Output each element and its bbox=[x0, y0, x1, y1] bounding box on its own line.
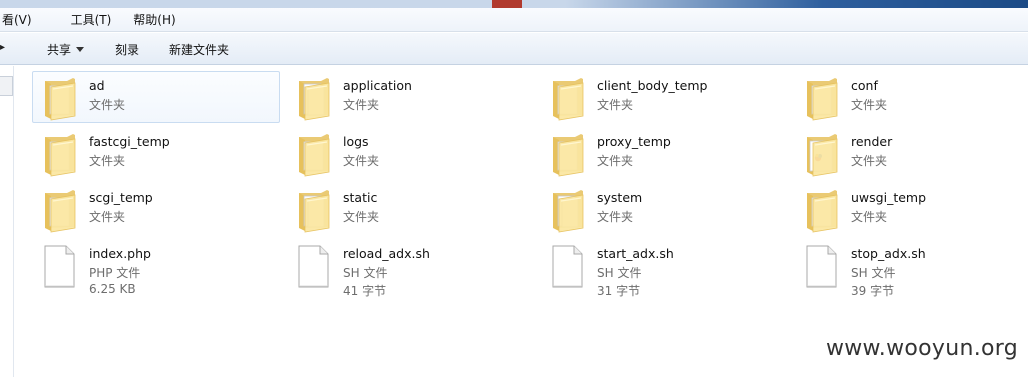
file-type: SH 文件 bbox=[851, 266, 896, 280]
new-folder-label: 新建文件夹 bbox=[169, 43, 230, 57]
file-name: proxy_temp bbox=[597, 134, 671, 149]
file-item[interactable]: reload_adx.sh SH 文件 41 字节 bbox=[286, 239, 534, 298]
burn-label: 刻录 bbox=[115, 43, 140, 57]
chevron-down-icon bbox=[76, 47, 85, 52]
file-icon bbox=[291, 243, 335, 289]
folder-with-image-icon bbox=[799, 131, 843, 177]
file-item[interactable]: proxy_temp 文件夹 bbox=[540, 127, 788, 179]
folder-icon bbox=[37, 187, 81, 233]
file-type: PHP 文件 bbox=[89, 266, 141, 280]
file-item[interactable]: application 文件夹 bbox=[286, 71, 534, 123]
file-item[interactable]: render 文件夹 bbox=[794, 127, 1028, 179]
share-button[interactable]: 共享 bbox=[47, 41, 85, 58]
file-type: 文件夹 bbox=[597, 210, 634, 224]
file-icon bbox=[545, 243, 589, 289]
folder-with-files-icon bbox=[545, 187, 589, 233]
file-type: 文件夹 bbox=[89, 154, 126, 168]
file-name: scgi_temp bbox=[89, 190, 153, 205]
file-name: ad bbox=[89, 78, 105, 93]
file-type: 文件夹 bbox=[851, 98, 888, 112]
file-item[interactable]: ad 文件夹 bbox=[32, 71, 280, 123]
menu-bar: 看(V) 工具(T) 帮助(H) bbox=[0, 8, 1028, 32]
file-type: 文件夹 bbox=[89, 98, 126, 112]
file-size: 31 字节 bbox=[597, 284, 641, 298]
file-size: 39 字节 bbox=[851, 284, 895, 298]
file-item[interactable]: static 文件夹 bbox=[286, 183, 534, 235]
file-name: fastcgi_temp bbox=[89, 134, 170, 149]
file-type: 文件夹 bbox=[343, 154, 380, 168]
file-item[interactable]: client_body_temp 文件夹 bbox=[540, 71, 788, 123]
file-type: SH 文件 bbox=[343, 266, 388, 280]
file-name: stop_adx.sh bbox=[851, 246, 926, 261]
file-name: system bbox=[597, 190, 643, 205]
menu-view[interactable]: 看(V) bbox=[0, 11, 38, 28]
file-name: start_adx.sh bbox=[597, 246, 674, 261]
file-type: 文件夹 bbox=[343, 98, 380, 112]
folder-with-files-icon bbox=[291, 75, 335, 121]
folder-icon bbox=[37, 131, 81, 177]
organize-caret-icon[interactable]: ▸ bbox=[0, 42, 6, 56]
file-item[interactable]: index.php PHP 文件 6.25 KB bbox=[32, 239, 280, 296]
navigation-pane[interactable] bbox=[0, 66, 14, 377]
file-type: 文件夹 bbox=[89, 210, 126, 224]
folder-icon bbox=[799, 75, 843, 121]
file-view[interactable]: ad 文件夹 application 文件夹 client_body_temp 文件夹 co… bbox=[15, 66, 1028, 377]
file-item[interactable]: conf 文件夹 bbox=[794, 71, 1028, 123]
file-size: 6.25 KB bbox=[89, 282, 136, 296]
file-name: index.php bbox=[89, 246, 151, 261]
file-size: 41 字节 bbox=[343, 284, 387, 298]
file-type: 文件夹 bbox=[597, 98, 634, 112]
burn-button[interactable]: 刻录 bbox=[115, 41, 139, 58]
file-name: render bbox=[851, 134, 893, 149]
folder-icon bbox=[799, 187, 843, 233]
file-item[interactable]: uwsgi_temp 文件夹 bbox=[794, 183, 1028, 235]
file-type: SH 文件 bbox=[597, 266, 642, 280]
file-name: logs bbox=[343, 134, 369, 149]
file-name: reload_adx.sh bbox=[343, 246, 430, 261]
file-icon bbox=[799, 243, 843, 289]
file-name: static bbox=[343, 190, 378, 205]
file-item[interactable]: scgi_temp 文件夹 bbox=[32, 183, 280, 235]
window-title-strip bbox=[0, 0, 1028, 8]
file-type: 文件夹 bbox=[851, 210, 888, 224]
file-item[interactable]: fastcgi_temp 文件夹 bbox=[32, 127, 280, 179]
file-type: 文件夹 bbox=[597, 154, 634, 168]
folder-icon bbox=[545, 75, 589, 121]
file-item[interactable]: start_adx.sh SH 文件 31 字节 bbox=[540, 239, 788, 298]
file-type: 文件夹 bbox=[851, 154, 888, 168]
folder-with-files-icon bbox=[291, 187, 335, 233]
share-label: 共享 bbox=[47, 43, 72, 57]
file-name: application bbox=[343, 78, 412, 93]
file-item[interactable]: stop_adx.sh SH 文件 39 字节 bbox=[794, 239, 1028, 298]
menu-help[interactable]: 帮助(H) bbox=[127, 11, 181, 28]
new-folder-button[interactable]: 新建文件夹 bbox=[169, 41, 229, 58]
folder-icon bbox=[37, 75, 81, 121]
navigation-pane-item[interactable] bbox=[0, 76, 13, 96]
command-bar: ▸ 共享 刻录 新建文件夹 bbox=[0, 33, 1028, 65]
title-strip-accent bbox=[492, 0, 522, 8]
menu-tools[interactable]: 工具(T) bbox=[65, 11, 118, 28]
file-item[interactable]: system 文件夹 bbox=[540, 183, 788, 235]
file-name: conf bbox=[851, 78, 878, 93]
file-type: 文件夹 bbox=[343, 210, 380, 224]
file-item[interactable]: logs 文件夹 bbox=[286, 127, 534, 179]
file-name: uwsgi_temp bbox=[851, 190, 927, 205]
watermark: www.wooyun.org bbox=[825, 336, 1018, 361]
file-name: client_body_temp bbox=[597, 78, 708, 93]
folder-icon bbox=[545, 131, 589, 177]
file-icon bbox=[37, 243, 81, 289]
folder-icon bbox=[291, 131, 335, 177]
